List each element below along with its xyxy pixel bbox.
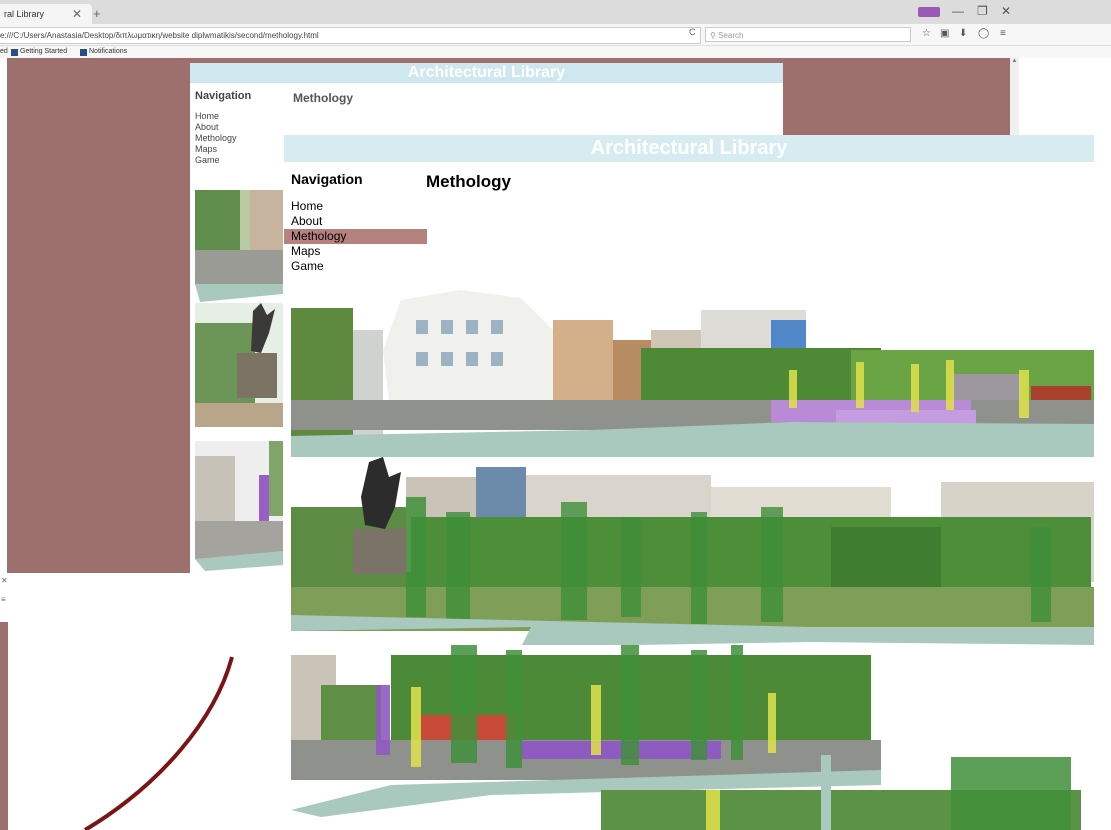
nav-item-maps[interactable]: Maps [284,244,427,259]
bookmark-icon [11,48,18,56]
thumbnail-street-2 [195,441,283,571]
bookmark-star-icon[interactable]: ☆ [922,28,931,39]
panorama-market [291,645,1094,830]
navigation-menu: Home About Methology Maps Game [284,199,427,274]
bookmark-item[interactable]: ed [0,46,8,58]
back-page-header: Architectural Library [190,63,783,83]
minimize-button[interactable]: — [952,4,964,18]
url-text: e:///C:/Users/Anastasia/Desktop/διπλωματ… [0,31,319,40]
nav-item-home[interactable]: Home [284,199,427,214]
back-page-title: Methology [293,91,353,105]
tab-close-icon[interactable]: ✕ [72,4,82,24]
panorama-street-square [291,290,1094,462]
close-icon[interactable]: ✕ [1,576,8,585]
bookmarks-toolbar: ed Getting Started Notifications [0,46,1111,58]
front-page: Architectural Library Navigation Home Ab… [284,135,1111,830]
pocket-icon[interactable]: ◯ [978,28,989,39]
navigation-title: Navigation [291,171,363,187]
search-icon: ⚲ [710,31,719,40]
back-nav-maps[interactable]: Maps [195,144,237,155]
nav-item-methology[interactable]: Methology [284,229,427,244]
thumbnail-street-1 [195,190,283,302]
hamburger-menu-icon[interactable]: ≡ [1000,28,1006,39]
panorama-park-statue [291,457,1094,657]
nav-item-about[interactable]: About [284,214,427,229]
back-nav-home[interactable]: Home [195,111,237,122]
tab-bar: ral Library ✕ + — ❐ ✕ [0,0,1111,24]
reading-list-icon[interactable]: ▣ [940,28,949,39]
url-bar[interactable]: e:///C:/Users/Anastasia/Desktop/διπλωματ… [0,27,701,44]
new-tab-button[interactable]: + [93,6,101,21]
back-nav-list: Home About Methology Maps Game [195,111,237,166]
back-nav-about[interactable]: About [195,122,237,133]
search-input[interactable]: ⚲ Search [705,27,911,42]
scroll-up-icon[interactable]: ▲ [1012,58,1018,64]
decorative-curve [83,656,234,830]
bookmark-icon [80,48,87,56]
downloads-icon[interactable]: ⬇ [959,28,967,39]
thumbnail-statue [195,303,283,427]
back-nav-methology[interactable]: Methology [195,133,237,144]
private-browsing-icon [918,7,940,17]
site-title: Architectural Library [590,137,788,159]
close-window-button[interactable]: ✕ [1001,4,1011,18]
page-title: Methology [426,172,511,191]
bookmark-notifications[interactable]: Notifications [80,46,127,58]
tab-title: ral Library [4,9,45,19]
browser-tab[interactable]: ral Library ✕ [0,4,92,24]
restore-button[interactable]: ❐ [977,4,988,18]
back-nav-game[interactable]: Game [195,155,237,166]
search-placeholder: Search [718,31,744,40]
reload-icon[interactable]: C [689,27,696,37]
bookmark-getting-started[interactable]: Getting Started [11,46,67,58]
nav-item-game[interactable]: Game [284,259,427,274]
navigation-toolbar: e:///C:/Users/Anastasia/Desktop/διπλωματ… [0,24,1111,46]
scrollbar[interactable]: ▲ [1010,58,1019,138]
back-nav-title: Navigation [195,90,252,102]
site-header: Architectural Library [284,135,1094,162]
